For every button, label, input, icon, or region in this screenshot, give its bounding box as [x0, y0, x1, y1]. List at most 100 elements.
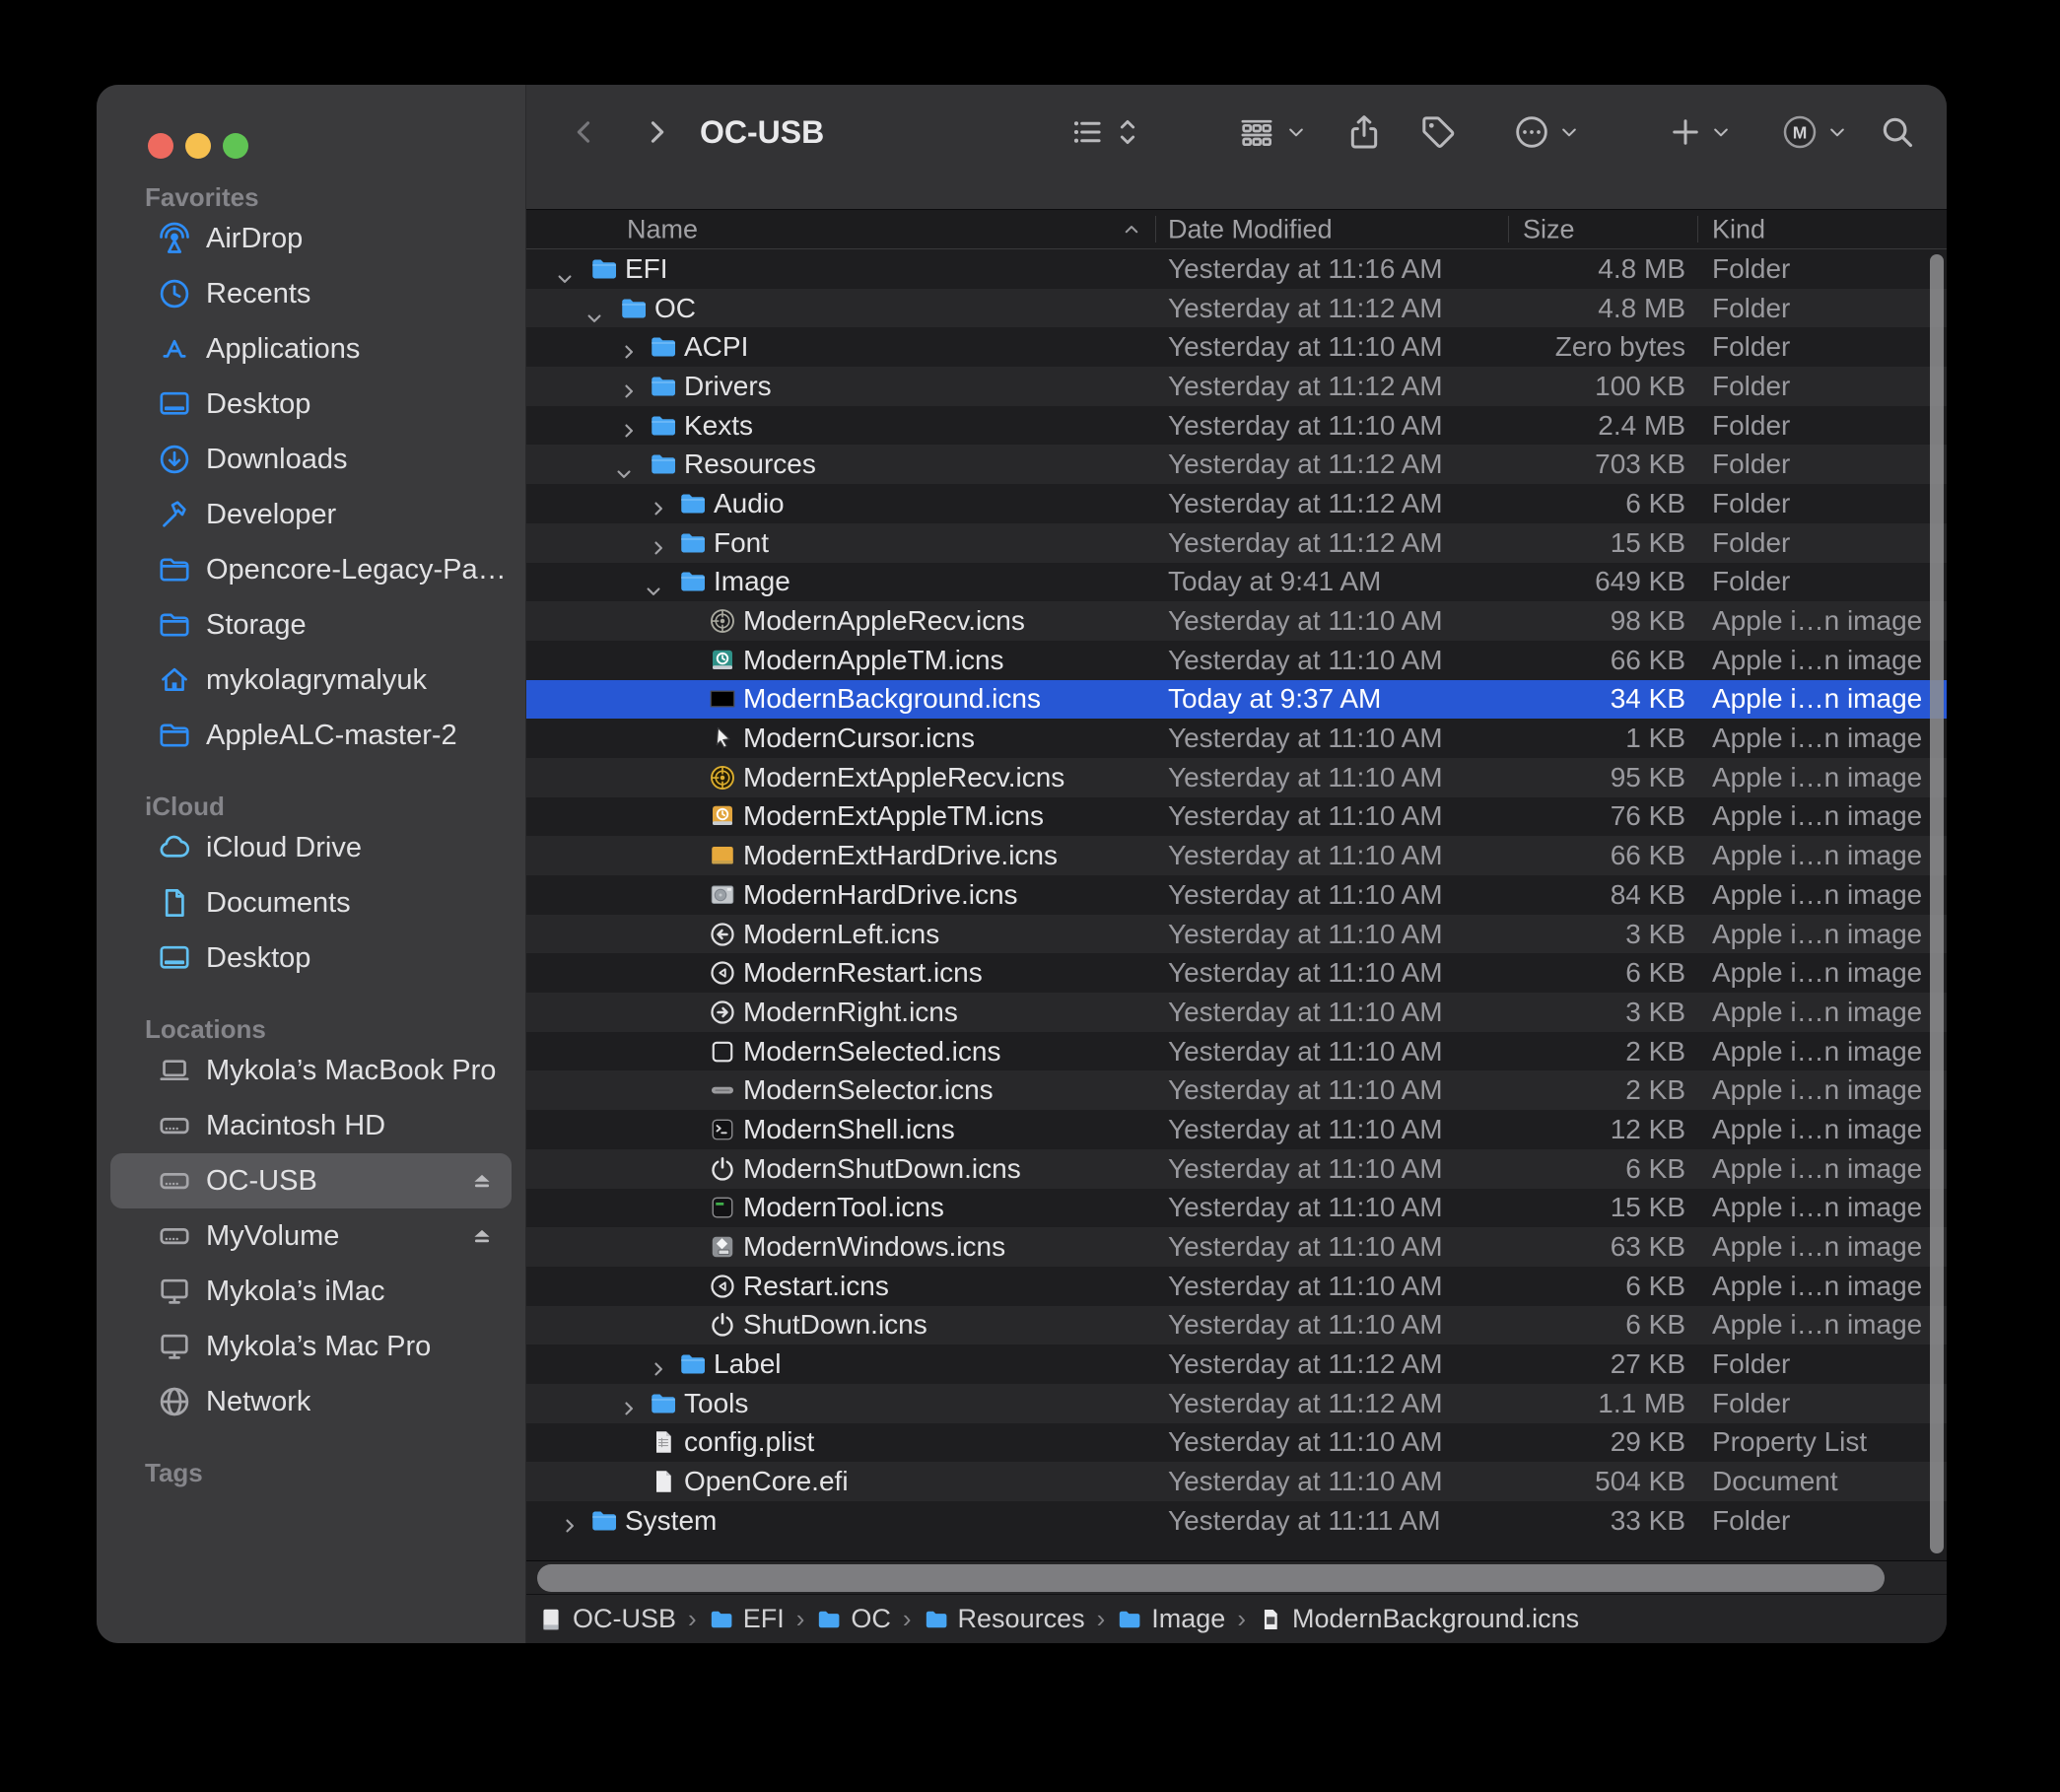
file-row-modernselector-icns[interactable]: ModernSelector.icnsYesterday at 11:10 AM… — [526, 1070, 1947, 1110]
column-divider[interactable] — [1508, 216, 1509, 242]
sidebar-item-icloud-drive[interactable]: iCloud Drive — [110, 820, 512, 875]
file-row-modernharddrive-icns[interactable]: ModernHardDrive.icnsYesterday at 11:10 A… — [526, 875, 1947, 915]
share-button[interactable] — [1344, 85, 1384, 179]
disclosure-collapsed-icon[interactable] — [619, 377, 639, 396]
disclosure-collapsed-icon[interactable] — [619, 337, 639, 357]
disclosure-expanded-icon[interactable] — [649, 582, 668, 601]
column-name[interactable]: Name — [627, 214, 698, 244]
file-row-acpi[interactable]: ACPIYesterday at 11:10 AMZero bytesFolde… — [526, 327, 1947, 367]
file-row-font[interactable]: FontYesterday at 11:12 AM15 KBFolder — [526, 523, 1947, 563]
disclosure-expanded-icon[interactable] — [619, 464, 639, 484]
path-segment-oc-usb[interactable]: OC-USB — [538, 1604, 676, 1634]
file-row-modernrestart-icns[interactable]: ModernRestart.icnsYesterday at 11:10 AM6… — [526, 953, 1947, 993]
file-row-modernextappletm-icns[interactable]: ModernExtAppleTM.icnsYesterday at 11:10 … — [526, 797, 1947, 837]
circlerestart-icon — [708, 1272, 737, 1301]
search-button[interactable] — [1879, 85, 1916, 179]
horizontal-scrollbar[interactable] — [537, 1564, 1885, 1592]
sidebar-item-myvolume[interactable]: MyVolume — [110, 1208, 512, 1264]
file-row-modernright-icns[interactable]: ModernRight.icnsYesterday at 11:10 AM3 K… — [526, 993, 1947, 1032]
sidebar-item-recents[interactable]: Recents — [110, 266, 512, 321]
sidebar-section-title: Favorites — [97, 183, 525, 211]
column-size[interactable]: Size — [1523, 214, 1575, 244]
column-divider[interactable] — [1697, 216, 1698, 242]
file-row-modernselected-icns[interactable]: ModernSelected.icnsYesterday at 11:10 AM… — [526, 1032, 1947, 1071]
sidebar-item-desktop[interactable]: Desktop — [110, 377, 512, 432]
file-row-system[interactable]: SystemYesterday at 11:11 AM33 KBFolder — [526, 1501, 1947, 1541]
sidebar-item-downloads[interactable]: Downloads — [110, 432, 512, 487]
sidebar-item-mykola-s-mac-pro[interactable]: Mykola’s Mac Pro — [110, 1319, 512, 1374]
sidebar-item-developer[interactable]: Developer — [110, 487, 512, 542]
disclosure-expanded-icon[interactable] — [560, 269, 580, 289]
file-row-opencore-efi[interactable]: OpenCore.efiYesterday at 11:10 AM504 KBD… — [526, 1462, 1947, 1501]
file-row-shutdown-icns[interactable]: ShutDown.icnsYesterday at 11:10 AM6 KBAp… — [526, 1306, 1947, 1345]
column-date-modified[interactable]: Date Modified — [1168, 214, 1333, 244]
sidebar-item-network[interactable]: Network — [110, 1374, 512, 1429]
disclosure-collapsed-icon[interactable] — [619, 1394, 639, 1413]
file-row-image[interactable]: ImageToday at 9:41 AM649 KBFolder — [526, 563, 1947, 602]
eject-icon[interactable] — [468, 1167, 496, 1195]
file-row-modernextapplerecv-icns[interactable]: ModernExtAppleRecv.icnsYesterday at 11:1… — [526, 758, 1947, 797]
file-row-resources[interactable]: ResourcesYesterday at 11:12 AM703 KBFold… — [526, 445, 1947, 484]
sidebar-item-desktop[interactable]: Desktop — [110, 930, 512, 986]
eject-icon[interactable] — [468, 1222, 496, 1250]
more-actions-control[interactable] — [1512, 85, 1579, 179]
account-control[interactable]: M — [1780, 85, 1847, 179]
file-row-moderntool-icns[interactable]: ModernTool.icnsYesterday at 11:10 AM15 K… — [526, 1189, 1947, 1228]
sidebar-item-mykola-s-imac[interactable]: Mykola’s iMac — [110, 1264, 512, 1319]
path-segment-resources[interactable]: Resources — [924, 1604, 1085, 1634]
sidebar-item-airdrop[interactable]: AirDrop — [110, 211, 512, 266]
file-row-modernleft-icns[interactable]: ModernLeft.icnsYesterday at 11:10 AM3 KB… — [526, 915, 1947, 954]
disclosure-expanded-icon[interactable] — [589, 309, 609, 328]
path-segment-image[interactable]: Image — [1117, 1604, 1225, 1634]
file-row-label[interactable]: LabelYesterday at 11:12 AM27 KBFolder — [526, 1344, 1947, 1384]
file-row-kexts[interactable]: KextsYesterday at 11:10 AM2.4 MBFolder — [526, 406, 1947, 446]
sidebar-item-storage[interactable]: Storage — [110, 597, 512, 653]
circlerestart-icon — [708, 958, 737, 988]
file-row-moderncursor-icns[interactable]: ModernCursor.icnsYesterday at 11:10 AM1 … — [526, 719, 1947, 758]
sidebar-item-mykola-s-macbook-pro[interactable]: Mykola’s MacBook Pro — [110, 1043, 512, 1098]
file-row-efi[interactable]: EFIYesterday at 11:16 AM4.8 MBFolder — [526, 249, 1947, 289]
file-row-modernwindows-icns[interactable]: ModernWindows.icnsYesterday at 11:10 AM6… — [526, 1227, 1947, 1267]
disclosure-collapsed-icon[interactable] — [649, 494, 668, 514]
sidebar-item-opencore-legacy-pat-[interactable]: Opencore-Legacy-Pat… — [110, 542, 512, 597]
sidebar-item-applealc-master-2[interactable]: AppleALC-master-2 — [110, 708, 512, 763]
file-name: ModernAppleTM.icns — [743, 645, 1004, 676]
file-row-restart-icns[interactable]: Restart.icnsYesterday at 11:10 AM6 KBApp… — [526, 1267, 1947, 1306]
file-row-config-plist[interactable]: config.plistYesterday at 11:10 AM29 KBPr… — [526, 1423, 1947, 1463]
sidebar-item-applications[interactable]: Applications — [110, 321, 512, 377]
file-row-modernshutdown-icns[interactable]: ModernShutDown.icnsYesterday at 11:10 AM… — [526, 1149, 1947, 1189]
file-row-modernapplerecv-icns[interactable]: ModernAppleRecv.icnsYesterday at 11:10 A… — [526, 601, 1947, 641]
new-item-control[interactable] — [1668, 85, 1731, 179]
file-row-modernappletm-icns[interactable]: ModernAppleTM.icnsYesterday at 11:10 AM6… — [526, 641, 1947, 680]
minimize-button[interactable] — [185, 133, 211, 159]
sidebar-item-mykolagrymalyuk[interactable]: mykolagrymalyuk — [110, 653, 512, 708]
back-button[interactable] — [568, 85, 601, 179]
disclosure-collapsed-icon[interactable] — [649, 533, 668, 553]
sidebar-item-oc-usb[interactable]: OC-USB — [110, 1153, 512, 1208]
path-segment-oc[interactable]: OC — [816, 1604, 891, 1634]
group-by-control[interactable] — [1237, 85, 1306, 179]
tags-button[interactable] — [1418, 85, 1458, 179]
file-row-modernshell-icns[interactable]: ModernShell.icnsYesterday at 11:10 AM12 … — [526, 1110, 1947, 1149]
disclosure-collapsed-icon[interactable] — [619, 416, 639, 436]
vertical-scrollbar[interactable] — [1930, 254, 1944, 1553]
file-row-audio[interactable]: AudioYesterday at 11:12 AM6 KBFolder — [526, 484, 1947, 523]
path-segment-modernbackground-icns[interactable]: ModernBackground.icns — [1258, 1604, 1579, 1634]
close-button[interactable] — [148, 133, 173, 159]
file-row-modernextharddrive-icns[interactable]: ModernExtHardDrive.icnsYesterday at 11:1… — [526, 836, 1947, 875]
file-row-tools[interactable]: ToolsYesterday at 11:12 AM1.1 MBFolder — [526, 1384, 1947, 1423]
sidebar-item-macintosh-hd[interactable]: Macintosh HD — [110, 1098, 512, 1153]
view-options-control[interactable] — [1069, 85, 1138, 179]
file-row-drivers[interactable]: DriversYesterday at 11:12 AM100 KBFolder — [526, 367, 1947, 406]
forward-button[interactable] — [640, 85, 673, 179]
zoom-button[interactable] — [223, 133, 248, 159]
file-row-modernbackground-icns[interactable]: ModernBackground.icnsToday at 9:37 AM34 … — [526, 680, 1947, 720]
file-row-oc[interactable]: OCYesterday at 11:12 AM4.8 MBFolder — [526, 289, 1947, 328]
sidebar-item-documents[interactable]: Documents — [110, 875, 512, 930]
path-segment-label: Image — [1151, 1604, 1225, 1634]
path-segment-efi[interactable]: EFI — [709, 1604, 785, 1634]
disclosure-collapsed-icon[interactable] — [649, 1354, 668, 1374]
column-kind[interactable]: Kind — [1712, 214, 1765, 244]
column-divider[interactable] — [1155, 216, 1156, 242]
disclosure-collapsed-icon[interactable] — [560, 1511, 580, 1531]
